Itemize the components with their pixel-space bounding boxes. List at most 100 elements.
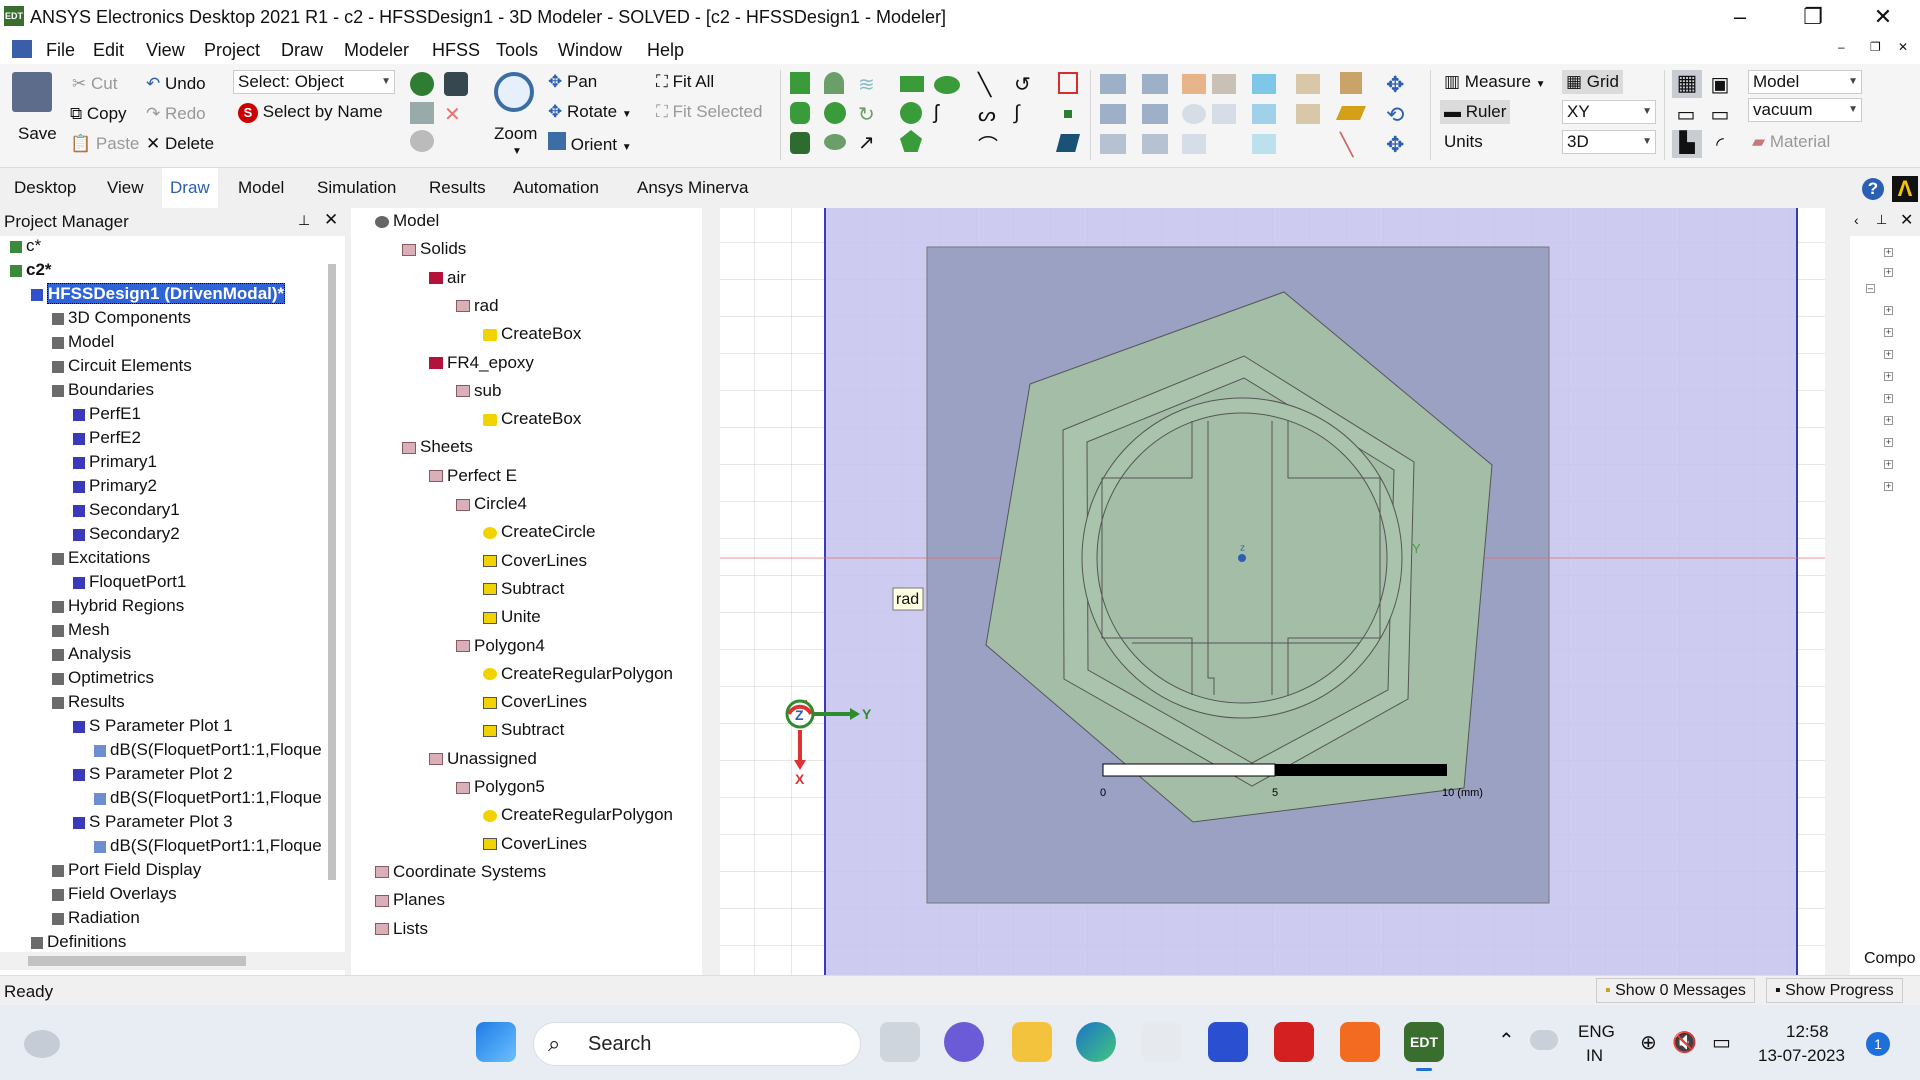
imprint-icon[interactable] xyxy=(1182,74,1206,94)
menu-help[interactable]: Help xyxy=(647,40,684,61)
expand-toggle[interactable]: + xyxy=(1884,350,1893,359)
move-faces-icon[interactable] xyxy=(1252,74,1276,94)
language-code[interactable]: ENG xyxy=(1578,1022,1615,1042)
brave-icon[interactable] xyxy=(1340,1022,1380,1062)
draw-cylinder-icon[interactable] xyxy=(790,102,810,124)
redo-button[interactable]: ↷ Redo xyxy=(146,104,206,124)
tab-results[interactable]: Results xyxy=(429,178,486,198)
tab-automation[interactable]: Automation xyxy=(513,178,599,198)
draw-center-arc-icon[interactable]: ⌒ xyxy=(978,130,998,159)
duplicate-icon[interactable]: ✥ xyxy=(1386,132,1404,158)
project-tree-item[interactable]: S Parameter Plot 1 xyxy=(73,716,233,736)
project-tree-item[interactable]: Optimetrics xyxy=(52,668,154,688)
expand-toggle[interactable]: – xyxy=(1866,284,1875,293)
intersect-icon[interactable] xyxy=(1100,104,1126,124)
model-combo[interactable]: Model ▼ xyxy=(1748,70,1862,94)
project-tree-item[interactable]: Field Overlays xyxy=(52,884,177,904)
tab-view[interactable]: View xyxy=(107,178,144,198)
project-tree-item[interactable]: Port Field Display xyxy=(52,860,201,880)
region-icon[interactable] xyxy=(1058,72,1078,94)
draw-sphere-icon[interactable] xyxy=(824,102,846,124)
model-tree-item[interactable]: CoverLines xyxy=(483,551,587,571)
draw-box-icon[interactable] xyxy=(790,72,810,94)
orient-button[interactable]: Orient ▼ xyxy=(548,132,632,155)
task-view-icon[interactable] xyxy=(880,1022,920,1062)
model-tree-item[interactable]: sub xyxy=(456,381,501,401)
fillet-icon[interactable] xyxy=(1252,104,1276,124)
chevron-up-icon[interactable]: ⌃ xyxy=(1498,1028,1515,1053)
mdi-restore-icon[interactable]: ❐ xyxy=(1870,40,1881,54)
language-region[interactable]: IN xyxy=(1586,1046,1603,1066)
model-tree-item[interactable]: Perfect E xyxy=(429,466,517,486)
mdi-minimize-icon[interactable]: – xyxy=(1838,40,1845,54)
weather-icon[interactable] xyxy=(24,1030,60,1058)
draw-helix-icon[interactable]: ≋ xyxy=(858,72,878,96)
object-cs-icon[interactable]: ╲ xyxy=(1340,132,1353,158)
draw-arc-icon[interactable]: ↺ xyxy=(1014,72,1031,97)
menu-project[interactable]: Project xyxy=(204,40,260,61)
model-tree-item[interactable]: FR4_epoxy xyxy=(429,353,534,373)
store-icon[interactable] xyxy=(1142,1022,1182,1062)
tab-ansys-minerva[interactable]: Ansys Minerva xyxy=(637,178,748,198)
menu-hfss[interactable]: HFSS xyxy=(432,40,480,61)
draw-equation-curve-icon[interactable]: ʃ xyxy=(934,102,956,124)
notification-badge[interactable]: 1 xyxy=(1866,1032,1890,1056)
3d-viewport[interactable]: ᶻ Y rad Z Y X 0 5 10 (mm) xyxy=(720,208,1825,975)
tab-simulation[interactable]: Simulation xyxy=(317,178,396,198)
edt-taskbar-icon[interactable]: EDT xyxy=(1404,1022,1444,1062)
project-tree-item[interactable]: Model xyxy=(52,332,114,352)
menu-draw[interactable]: Draw xyxy=(281,40,323,61)
units-button[interactable]: Units xyxy=(1444,132,1483,152)
ruler-button[interactable]: ▬ Ruler xyxy=(1440,100,1511,124)
windows-start-icon[interactable] xyxy=(476,1022,516,1062)
expand-toggle[interactable]: + xyxy=(1884,438,1893,447)
model-tree-item[interactable]: Unassigned xyxy=(429,749,537,769)
paste-button[interactable]: 📋 Paste xyxy=(70,134,139,154)
teams-chat-icon[interactable] xyxy=(944,1022,984,1062)
plane-combo[interactable]: XY ▼ xyxy=(1562,100,1656,124)
project-tree-item[interactable]: Results xyxy=(52,692,125,712)
close-panel-icon[interactable]: ✕ xyxy=(1900,210,1913,230)
draw-equation-icon[interactable]: ∫ xyxy=(1014,102,1019,125)
pin-icon[interactable]: ⊥ xyxy=(1876,212,1887,228)
model-tree-item[interactable]: Unite xyxy=(483,607,541,627)
clock-date[interactable]: 13-07-2023 xyxy=(1758,1046,1845,1066)
separate-icon[interactable] xyxy=(1182,134,1206,154)
project-tree-item[interactable]: c* xyxy=(10,236,41,256)
thicken-icon[interactable] xyxy=(1182,104,1206,124)
project-tree-item[interactable]: Secondary2 xyxy=(73,524,180,544)
wrap-icon[interactable] xyxy=(1212,74,1236,94)
project-tree-item[interactable]: PerfE1 xyxy=(73,404,141,424)
tab-draw[interactable]: Draw xyxy=(162,168,218,208)
pan-button[interactable]: ✥ Pan xyxy=(548,72,597,92)
grid-button[interactable]: ▦ Grid xyxy=(1562,70,1623,94)
show-icon[interactable] xyxy=(410,72,434,96)
app-menu-icon[interactable] xyxy=(12,40,32,58)
project-tree-item[interactable]: S Parameter Plot 2 xyxy=(73,764,233,784)
project-tree-item[interactable]: S Parameter Plot 3 xyxy=(73,812,233,832)
sheet-icon[interactable] xyxy=(1296,104,1320,124)
zoom-button[interactable]: Zoom xyxy=(494,124,537,144)
project-tree-item[interactable]: dB(S(FloquetPort1:1,Floque xyxy=(94,836,322,856)
point-icon[interactable] xyxy=(1064,110,1072,118)
viewport-canvas[interactable]: ᶻ Y rad Z Y X 0 5 10 (mm) xyxy=(720,208,1825,975)
zoom-icon[interactable] xyxy=(494,72,534,112)
model-tree-item[interactable]: Planes xyxy=(375,890,445,910)
model-tree-item[interactable]: Coordinate Systems xyxy=(375,862,546,882)
edge-icon[interactable] xyxy=(1076,1022,1116,1062)
connect-icon[interactable] xyxy=(1212,104,1236,124)
model-tree-item[interactable]: CreateBox xyxy=(483,324,581,344)
material-combo[interactable]: vacuum ▼ xyxy=(1748,98,1862,122)
snap-vertex-icon[interactable]: ▣ xyxy=(1706,72,1734,96)
expand-toggle[interactable]: + xyxy=(1884,248,1893,257)
draw-cone-icon[interactable] xyxy=(824,72,844,94)
show-messages-button[interactable]: ▪ Show 0 Messages xyxy=(1596,978,1755,1003)
snap-edge-icon[interactable]: ▭ xyxy=(1672,102,1700,126)
expand-toggle[interactable]: + xyxy=(1884,482,1893,491)
relative-cs-icon[interactable] xyxy=(1340,72,1362,94)
model-tree-item[interactable]: CoverLines xyxy=(483,692,587,712)
model-tree-item[interactable]: CreateBox xyxy=(483,409,581,429)
save-button[interactable]: Save xyxy=(18,124,57,144)
close-button[interactable]: ✕ xyxy=(1853,0,1913,36)
project-tree-item[interactable]: Hybrid Regions xyxy=(52,596,184,616)
